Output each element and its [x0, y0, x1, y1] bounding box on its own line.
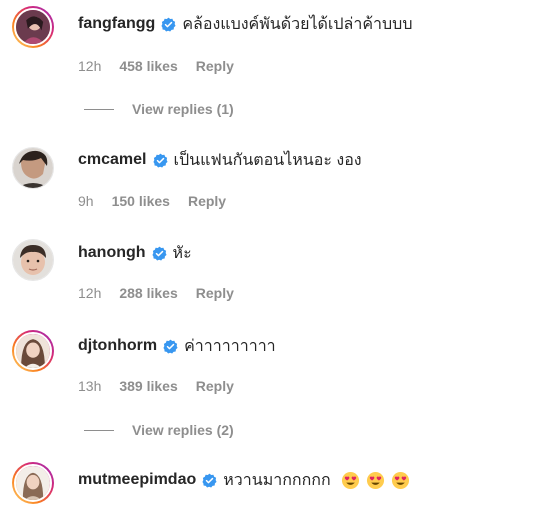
- comment-text: เป็นแฟนกันตอนไหนอะ งอง: [173, 151, 362, 169]
- comment-username[interactable]: hanongh: [78, 244, 146, 262]
- comment-username[interactable]: fangfangg: [78, 15, 155, 33]
- comment-text: หัะ: [172, 244, 192, 262]
- comment-time: 12h: [78, 58, 102, 74]
- verified-badge-icon: [151, 246, 167, 261]
- view-replies-label: View replies (2): [132, 422, 234, 438]
- avatar[interactable]: [12, 330, 54, 372]
- verified-badge-icon: [163, 339, 178, 354]
- avatar[interactable]: [12, 239, 54, 281]
- comment-text: คล้องแบงค์พันด้วยได้เปล่าค้าบบบ: [182, 15, 413, 33]
- comment-time: 13h: [78, 378, 102, 394]
- comment-time: 12h: [78, 285, 102, 301]
- reply-button[interactable]: Reply: [196, 378, 234, 394]
- comment-time: 9h: [78, 193, 94, 209]
- avatar[interactable]: [12, 6, 54, 48]
- reply-button[interactable]: Reply: [196, 285, 234, 301]
- verified-badge-icon: [161, 17, 176, 32]
- comment-text: หวานมากกกกก: [223, 471, 331, 489]
- comment-username[interactable]: djtonhorm: [78, 337, 157, 355]
- divider: [84, 429, 114, 431]
- comment-likes[interactable]: 288 likes: [119, 285, 177, 301]
- view-replies-button[interactable]: View replies (2): [84, 420, 234, 440]
- comment-username[interactable]: cmcamel: [78, 151, 147, 169]
- avatar[interactable]: [12, 462, 54, 504]
- divider: [84, 108, 114, 110]
- reply-button[interactable]: Reply: [188, 193, 226, 209]
- comment-text: ค่าาาาาาาาา: [184, 337, 276, 355]
- smiling-face-with-heart-eyes-icon: [366, 471, 385, 490]
- view-replies-button[interactable]: View replies (1): [84, 99, 234, 119]
- view-replies-label: View replies (1): [132, 101, 234, 117]
- reply-button[interactable]: Reply: [196, 58, 234, 74]
- smiling-face-with-heart-eyes-icon: [341, 471, 360, 490]
- avatar[interactable]: [12, 147, 54, 189]
- verified-badge-icon: [202, 473, 217, 488]
- comment-likes[interactable]: 150 likes: [112, 193, 170, 209]
- comment-likes[interactable]: 389 likes: [119, 378, 177, 394]
- comment-likes[interactable]: 458 likes: [119, 58, 177, 74]
- smiling-face-with-heart-eyes-icon: [391, 471, 410, 490]
- verified-badge-icon: [152, 153, 168, 168]
- comment-username[interactable]: mutmeepimdao: [78, 471, 196, 489]
